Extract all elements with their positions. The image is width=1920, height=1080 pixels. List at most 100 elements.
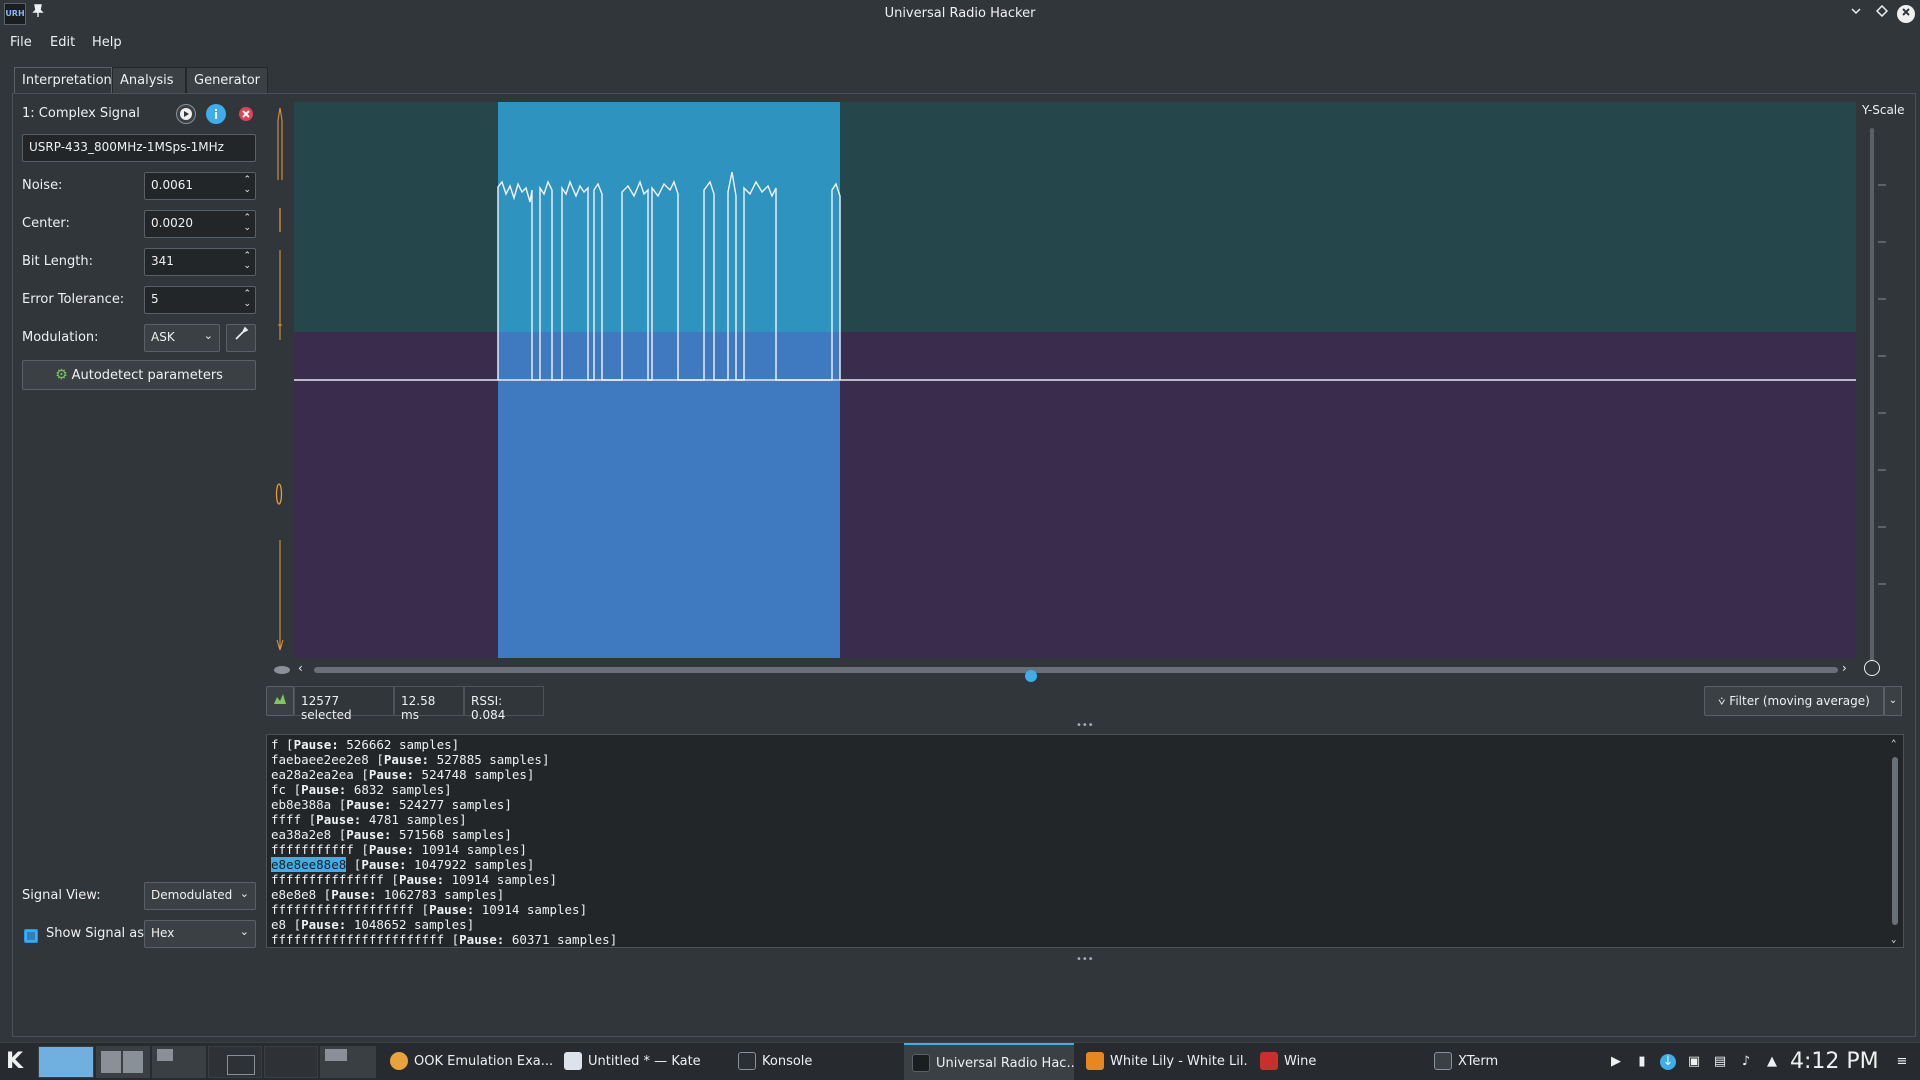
task-wine[interactable]: Wine [1252,1043,1422,1080]
updates-icon[interactable]: ↓ [1660,1054,1676,1070]
vlc-icon [1086,1052,1104,1070]
y-scale-handle[interactable] [1864,660,1880,676]
menu-help[interactable]: Help [92,35,122,50]
task-vlc[interactable]: White Lily - White Lil... [1078,1043,1248,1080]
demodulated-waveform [294,171,1856,381]
demodulated-output[interactable]: f [Pause: 526662 samples] faebaee2ee2e8 [… [266,734,1904,948]
pager-desktop-1[interactable] [38,1046,94,1078]
spin-arrows-icon[interactable]: ⌃ ⌄ [243,213,251,233]
pager-desktop-2[interactable] [96,1046,150,1078]
task-chrome[interactable]: OOK Emulation Exa... [382,1043,552,1080]
signal-filename-field[interactable]: USRP-433_800MHz-1MSps-1MHz [22,134,256,162]
menu-icon[interactable]: ≡ [1894,1054,1910,1070]
network-icon[interactable]: ▣ [1686,1054,1702,1070]
play-signal-button[interactable] [176,104,196,124]
close-window-button[interactable] [1897,5,1915,23]
output-vertical-scrollbar[interactable]: ⌃ ⌄ [1891,739,1899,945]
modulation-settings-button[interactable] [226,324,256,352]
volume-icon[interactable]: ♪ [1738,1054,1754,1070]
spin-arrows-icon[interactable]: ⌃ ⌄ [243,251,251,271]
chevron-down-icon: ⌄ [239,925,249,938]
scroll-right-icon[interactable]: › [1842,661,1847,675]
pager-desktop-4[interactable] [208,1046,262,1078]
spin-arrows-icon[interactable]: ⌃ ⌄ [243,175,251,195]
task-kate[interactable]: Untitled * — Kate [556,1043,726,1080]
task-konsole[interactable]: Konsole [730,1043,900,1080]
menu-file[interactable]: File [10,35,32,50]
autodetect-parameters-button[interactable]: ⚙ Autodetect parameters [22,360,256,390]
signal-view-select[interactable]: Demodulated ⌄ [144,882,256,910]
signal-name: 1: Complex Signal [22,106,140,121]
noise-spinbox[interactable]: 0.0061 ⌃ ⌄ [144,172,256,200]
tab-generator[interactable]: Generator [186,67,268,94]
output-line: eb8e388a [Pause: 524277 samples] [271,797,512,812]
output-line: fffffffffffffffffffffff [Pause: 60371 sa… [271,932,618,947]
bit-length-spinbox[interactable]: 341 ⌃ ⌄ [144,248,256,276]
title-bar: URH Universal Radio Hacker [0,0,1920,28]
vscroll-thumb[interactable] [1892,757,1898,925]
pause-value: 526662 samples [346,737,452,752]
pager-desktop-5[interactable] [264,1046,318,1078]
pause-label: Pause: [459,932,505,947]
pause-label: Pause: [398,872,445,887]
maximize-button[interactable] [1872,4,1892,24]
graph-horizontal-scrollbar[interactable]: ‹ › [266,661,1862,682]
output-line: e8 [Pause: 1048652 samples] [271,917,475,932]
tab-analysis[interactable]: Analysis [112,67,186,94]
output-bits: fffffffffffffffffff [271,902,414,917]
usb-device-icon[interactable]: ▮ [1634,1054,1650,1070]
scroll-up-icon[interactable]: ⌃ [1891,737,1896,752]
selected-count: 12577 [301,694,340,708]
output-bits: faebaee2ee2e8 [271,752,369,767]
spin-arrows-icon[interactable]: ⌃ ⌄ [243,289,251,309]
scroll-left-icon[interactable]: ‹ [298,661,303,675]
pager-desktop-6[interactable] [320,1046,376,1078]
output-bits: f [271,737,279,752]
splitter-handle-icon[interactable]: ••• [1076,954,1094,965]
hscroll-track[interactable] [314,667,1838,682]
tray-expand-icon[interactable]: ▲ [1764,1054,1780,1070]
pause-label: Pause: [346,797,392,812]
minimize-button[interactable] [1846,4,1866,24]
task-xterm[interactable]: XTerm [1426,1043,1586,1080]
tab-interpretation[interactable]: Interpretation [14,67,112,94]
show-signal-as-checkbox[interactable] [24,929,38,943]
hscroll-handle[interactable] [1025,670,1037,682]
splitter-handle-icon[interactable]: ••• [1076,720,1094,731]
modulation-select[interactable]: ASK ⌄ [144,324,220,352]
error-tolerance-value: 5 [151,292,159,306]
signal-graph[interactable] [294,102,1856,658]
output-lines: f [Pause: 526662 samples] faebaee2ee2e8 [… [271,737,1899,947]
scroll-down-icon[interactable]: ⌄ [1891,933,1896,948]
close-signal-icon[interactable] [236,104,256,124]
clipboard-icon[interactable]: ▤ [1712,1054,1728,1070]
spectrogram-icon[interactable] [266,686,294,716]
clock[interactable]: 4:12 PM [1790,1049,1879,1074]
pause-label: Pause: [368,767,415,782]
task-urh[interactable]: Universal Radio Hac... [904,1043,1074,1080]
error-tolerance-spinbox[interactable]: 5 ⌃ ⌄ [144,286,256,314]
taskbar: K OOK Emulation Exa... Untitled * — Kate… [0,1042,1920,1080]
chevron-down-icon[interactable]: ⌄ [1884,686,1902,716]
chevron-down-icon: ⌄ [203,329,213,342]
y-scale-slider[interactable] [1870,128,1874,663]
output-line: ea28a2ea2ea [Pause: 524748 samples] [271,767,535,782]
task-label: Konsole [762,1054,813,1069]
show-signal-as-select[interactable]: Hex ⌄ [144,920,256,948]
menu-bar: File Edit Help [0,30,1920,56]
pager-desktop-3[interactable] [152,1046,206,1078]
signal-view-label: Signal View: [22,888,101,903]
menu-edit[interactable]: Edit [50,35,75,50]
filter-button[interactable]: ⩒ Filter (moving average) [1704,686,1884,716]
zoom-eye-icon[interactable] [272,663,292,677]
show-signal-as-label: Show Signal as [46,926,145,941]
center-spinbox[interactable]: 0.0020 ⌃ ⌄ [144,210,256,238]
selected-label: selected [301,708,352,722]
signal-axis [266,100,294,660]
media-player-icon[interactable]: ▶ [1608,1054,1624,1070]
gear-icon: ⚙ [55,367,68,383]
info-signal-button[interactable] [206,104,226,124]
chevron-down-icon: ⌄ [239,887,249,900]
output-bits: eb8e388a [271,797,332,812]
kde-launcher-icon[interactable]: K [6,1049,23,1074]
